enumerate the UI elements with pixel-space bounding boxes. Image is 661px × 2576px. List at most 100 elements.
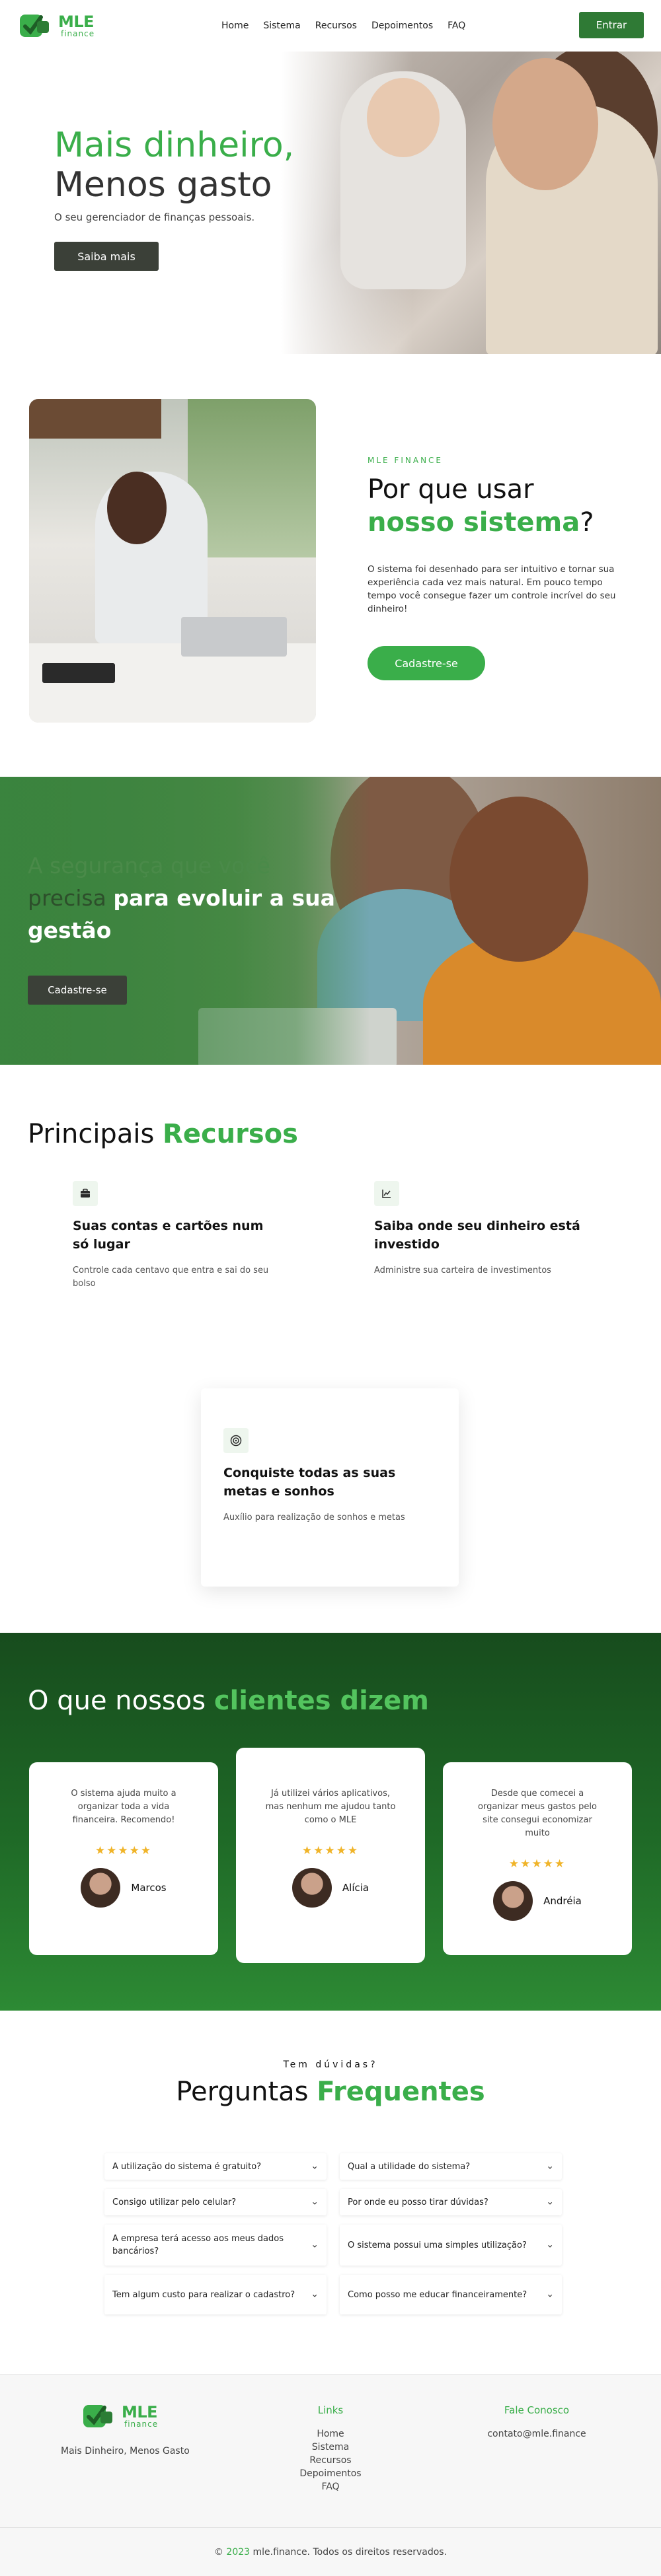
footer-link-recursos[interactable]: Recursos — [291, 2454, 370, 2467]
feature-desc: Administre sua carteira de investimentos — [374, 1266, 551, 1275]
site-header: MLE finance Home Sistema Recursos Depoim… — [0, 0, 661, 52]
security-text-light: A segurança que você — [28, 853, 270, 878]
logo-mark-icon — [20, 15, 49, 37]
footer-link-home[interactable]: Home — [291, 2427, 370, 2441]
feature-card-accounts: Suas contas e cartões num só lugar Contr… — [50, 1181, 301, 1291]
star-rating: ★★★★★ — [95, 1844, 153, 1857]
nav-faq[interactable]: FAQ — [447, 20, 465, 31]
avatar — [292, 1868, 332, 1908]
testimonials-title: O que nossos clientes dizem — [28, 1686, 429, 1716]
signup-button[interactable]: Cadastre-se — [368, 646, 485, 680]
testimonial-quote: O sistema ajuda muito a organizar toda a… — [71, 1789, 176, 1825]
woman-laptop-photo — [29, 399, 316, 723]
features-section: Principais Recursos Suas contas e cartõe… — [0, 1065, 661, 1633]
hero-title-line2: Menos gasto — [54, 165, 272, 205]
testimonials-title-part1: O que nossos — [28, 1686, 206, 1716]
faq-question: Tem algum custo para realizar o cadastro… — [112, 2289, 295, 2300]
testimonial-card: Desde que comecei a organizar meus gasto… — [443, 1762, 632, 1955]
footer-link-faq[interactable]: FAQ — [291, 2480, 370, 2493]
testimonial-quote: Já utilizei vários aplicativos, mas nenh… — [265, 1789, 396, 1825]
logo[interactable]: MLE finance — [17, 9, 95, 42]
faq-item[interactable]: O sistema possui uma simples utilização?… — [340, 2225, 562, 2266]
logo-title: MLE — [58, 13, 95, 31]
star-rating: ★★★★★ — [508, 1857, 566, 1871]
faq-question: O sistema possui uma simples utilização? — [348, 2240, 527, 2250]
footer-link-depoimentos[interactable]: Depoimentos — [291, 2467, 370, 2480]
footer-logo-subtitle: finance — [124, 2419, 159, 2429]
avatar — [493, 1881, 533, 1921]
star-rating: ★★★★★ — [301, 1844, 360, 1857]
features-title-part1: Principais — [28, 1119, 155, 1149]
hero-title-line1: Mais dinheiro, — [54, 125, 295, 165]
faq-question: Consigo utilizar pelo celular? — [112, 2197, 237, 2207]
faq-item[interactable]: Como posso me educar financeiramente? ⌄ — [340, 2275, 562, 2314]
testimonials-title-green: clientes dizem — [214, 1686, 429, 1716]
features-title-green: Recursos — [163, 1119, 298, 1149]
why-title: Por que usar nosso sistema? — [368, 473, 632, 539]
faq-item[interactable]: Consigo utilizar pelo celular? ⌄ — [104, 2189, 327, 2215]
site-footer: MLE finance Mais Dinheiro, Menos Gasto L… — [0, 2374, 661, 2527]
chevron-down-icon: ⌄ — [546, 2161, 554, 2172]
enter-button[interactable]: Entrar — [579, 12, 644, 38]
footer-link-sistema[interactable]: Sistema — [291, 2441, 370, 2454]
copyright-text: mle.finance. Todos os direitos reservado… — [253, 2546, 447, 2558]
logo-subtitle: finance — [61, 29, 95, 38]
footer-tagline: Mais Dinheiro, Menos Gasto — [61, 2446, 190, 2456]
feature-title: Saiba onde seu dinheiro está investido — [374, 1219, 580, 1252]
chevron-down-icon: ⌄ — [311, 2239, 319, 2250]
why-description: O sistema foi desenhado para ser intuiti… — [368, 564, 616, 614]
footer-contact-title: Fale Conosco — [504, 2404, 570, 2416]
faq-item[interactable]: Por onde eu posso tirar dúvidas? ⌄ — [340, 2189, 562, 2215]
chevron-down-icon: ⌄ — [546, 2289, 554, 2300]
faq-item[interactable]: Qual a utilidade do sistema? ⌄ — [340, 2153, 562, 2180]
testimonial-quote: Desde que comecei a organizar meus gasto… — [478, 1789, 597, 1838]
feature-card-goals: Conquiste todas as suas metas e sonhos A… — [201, 1388, 459, 1587]
faq-question: A utilização do sistema é gratuito? — [112, 2161, 262, 2172]
security-signup-button[interactable]: Cadastre-se — [28, 976, 127, 1005]
faq-item[interactable]: A utilização do sistema é gratuito? ⌄ — [104, 2153, 327, 2180]
hero-photo — [281, 52, 661, 354]
faq-title: Perguntas Frequentes — [0, 2077, 661, 2107]
faq-item[interactable]: A empresa terá acesso aos meus dados ban… — [104, 2225, 327, 2266]
security-banner: A segurança que você precisa para evolui… — [0, 777, 661, 1065]
hero-subtitle: O seu gerenciador de finanças pessoais. — [54, 211, 255, 223]
why-section: MLE FINANCE Por que usar nosso sistema? … — [0, 354, 661, 777]
footer-logo-title: MLE — [122, 2403, 158, 2421]
footer-logo[interactable]: MLE finance — [81, 2400, 158, 2433]
why-title-green: nosso sistema — [368, 507, 580, 538]
faq-question: Como posso me educar financeiramente? — [348, 2289, 527, 2300]
features-title: Principais Recursos — [28, 1119, 298, 1149]
target-icon — [223, 1428, 249, 1453]
chevron-down-icon: ⌄ — [311, 2196, 319, 2207]
testimonial-card: Já utilizei vários aplicativos, mas nenh… — [236, 1748, 425, 1963]
faq-title-green: Frequentes — [317, 2077, 485, 2107]
briefcase-icon — [73, 1181, 98, 1206]
chevron-down-icon: ⌄ — [311, 2289, 319, 2300]
learn-more-button[interactable]: Saiba mais — [54, 242, 159, 271]
faq-question: Qual a utilidade do sistema? — [348, 2161, 471, 2172]
nav-recursos[interactable]: Recursos — [315, 20, 357, 31]
feature-desc: Controle cada centavo que entra e sai do… — [73, 1266, 269, 1289]
nav-depoimentos[interactable]: Depoimentos — [371, 20, 433, 31]
why-eyebrow: MLE FINANCE — [368, 456, 443, 465]
security-text-dark: precisa — [28, 885, 106, 911]
logo-mark-icon — [83, 2405, 112, 2427]
hero-section: Mais dinheiro, Menos gasto O seu gerenci… — [0, 52, 661, 354]
why-title-end: ? — [580, 507, 594, 538]
main-nav: Home Sistema Recursos Depoimentos FAQ — [221, 20, 465, 31]
nav-home[interactable]: Home — [221, 20, 249, 31]
testimonials-section: O que nossos clientes dizem O sistema aj… — [0, 1633, 661, 2011]
footer-contact-email[interactable]: contato@mle.finance — [471, 2427, 603, 2441]
copyright-year: 2023 — [226, 2546, 251, 2558]
testimonial-name: Alícia — [342, 1882, 369, 1894]
faq-section: Tem dúvidas? Perguntas Frequentes A util… — [0, 2011, 661, 2374]
testimonial-name: Marcos — [131, 1882, 167, 1894]
testimonial-card: O sistema ajuda muito a organizar toda a… — [29, 1762, 218, 1955]
feature-card-investments: Saiba onde seu dinheiro está investido A… — [352, 1181, 603, 1277]
copyright-symbol: © — [214, 2546, 223, 2558]
nav-sistema[interactable]: Sistema — [263, 20, 300, 31]
faq-eyebrow: Tem dúvidas? — [283, 2059, 378, 2070]
faq-question: A empresa terá acesso aos meus dados ban… — [112, 2234, 284, 2256]
testimonial-name: Andréia — [543, 1895, 582, 1907]
faq-item[interactable]: Tem algum custo para realizar o cadastro… — [104, 2275, 327, 2314]
